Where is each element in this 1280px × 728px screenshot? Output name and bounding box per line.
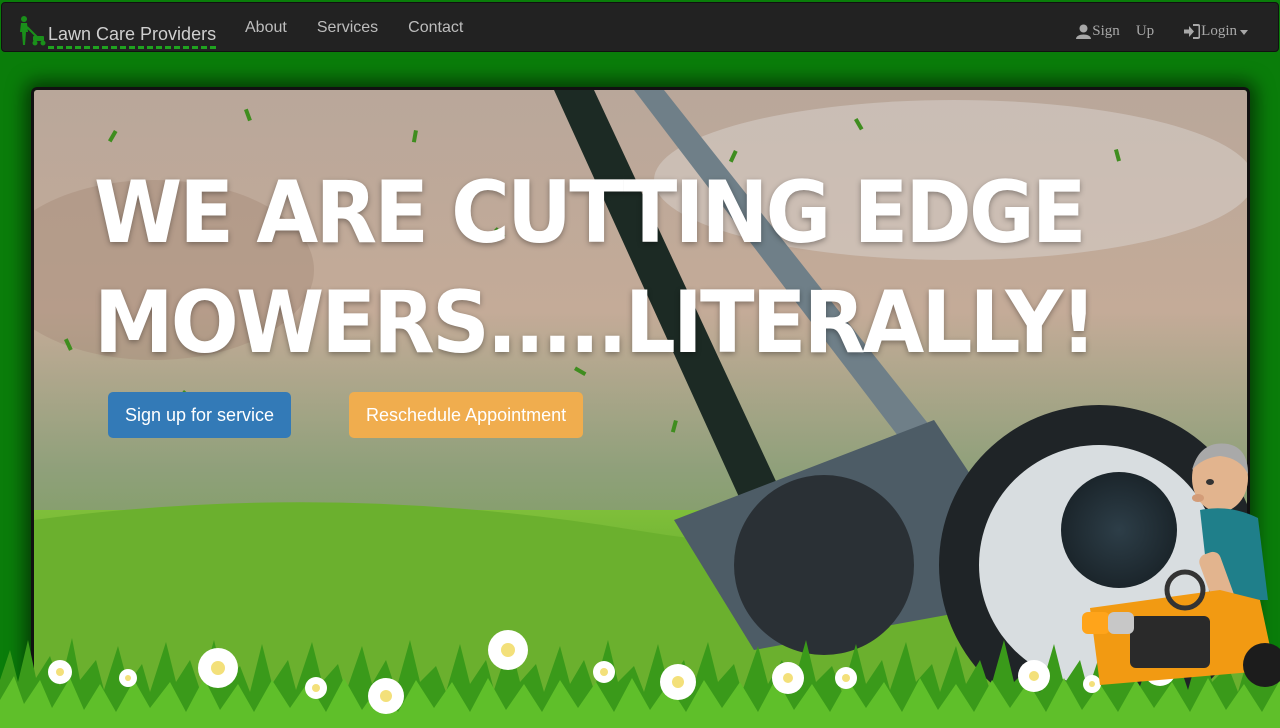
login-icon <box>1184 23 1201 39</box>
login-label: Login <box>1201 22 1237 39</box>
signup-label-up: Up <box>1135 22 1155 39</box>
headline-line-2: MOWERS.....LITERALLY! <box>94 273 1097 373</box>
top-navbar: Lawn Care Providers About Services Conta… <box>1 2 1279 52</box>
nav-contact[interactable]: Contact <box>393 3 478 53</box>
tractor-driver-illustration <box>1082 443 1280 687</box>
headline-line-1: WE ARE CUTTING EDGE <box>94 163 1087 263</box>
signup-link[interactable]: Sign Up <box>1076 23 1154 40</box>
hero-headline: WE ARE CUTTING EDGE MOWERS.....LITERALLY… <box>94 158 1117 378</box>
login-dropdown[interactable]: Login <box>1184 23 1248 40</box>
signup-label: Sign <box>1092 22 1120 39</box>
nav-services[interactable]: Services <box>302 3 393 53</box>
user-nav: Sign Up Login <box>1076 3 1248 53</box>
main-nav: About Services Contact <box>230 3 478 53</box>
caret-down-icon <box>1240 29 1248 35</box>
brand-link[interactable]: Lawn Care Providers <box>16 15 217 49</box>
nav-about[interactable]: About <box>230 3 302 53</box>
lawnmower-person-icon <box>20 16 46 46</box>
user-icon <box>1076 24 1092 39</box>
reschedule-button[interactable]: Reschedule Appointment <box>349 392 584 438</box>
signup-service-button[interactable]: Sign up for service <box>108 392 292 438</box>
brand-title: Lawn Care Providers <box>48 23 217 49</box>
